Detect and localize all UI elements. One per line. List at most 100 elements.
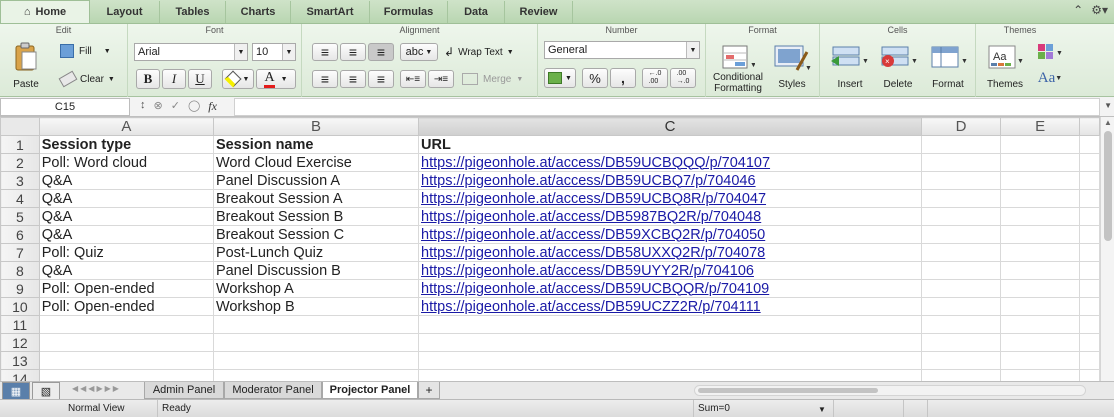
font-name-select[interactable]: Arial ▼ bbox=[134, 43, 248, 61]
cell-e[interactable] bbox=[1000, 153, 1081, 172]
cell-f[interactable] bbox=[1079, 333, 1100, 352]
decrease-indent-button[interactable]: ⇤≡ bbox=[400, 70, 426, 88]
cell-b[interactable] bbox=[212, 333, 420, 352]
align-top-button[interactable]: ≡ bbox=[312, 43, 338, 61]
vertical-scroll-thumb[interactable] bbox=[1104, 131, 1112, 241]
cell-c[interactable] bbox=[418, 333, 922, 352]
cell-b[interactable]: Breakout Session A bbox=[212, 189, 420, 208]
cell-f[interactable] bbox=[1079, 369, 1100, 381]
cell-b[interactable]: Breakout Session B bbox=[212, 207, 420, 226]
cell-a[interactable]: Q&A bbox=[38, 189, 214, 208]
collapse-ribbon-icon[interactable]: ⌃ bbox=[1073, 3, 1083, 17]
cell-b[interactable] bbox=[212, 351, 420, 370]
cell-b[interactable]: Post-Lunch Quiz bbox=[212, 243, 420, 262]
styles-button[interactable]: ▼ bbox=[770, 40, 814, 74]
fx-icon[interactable]: fx bbox=[208, 99, 217, 114]
vertical-scrollbar[interactable]: ▲ bbox=[1100, 117, 1114, 383]
cell-c[interactable]: https://pigeonhole.at/access/DB59UCBQ8R/… bbox=[418, 189, 922, 208]
cell-f[interactable] bbox=[1079, 171, 1100, 190]
conditional-formatting-button[interactable]: ▼ bbox=[716, 40, 760, 74]
formula-input[interactable] bbox=[234, 98, 1100, 116]
cell-c[interactable]: https://pigeonhole.at/access/DB59UCBQQR/… bbox=[418, 279, 922, 298]
sheet-tab-moderator-panel[interactable]: Moderator Panel bbox=[224, 382, 322, 399]
normal-view-button[interactable]: ▦ bbox=[2, 382, 30, 400]
row-header[interactable]: 8 bbox=[0, 261, 40, 280]
align-middle-button[interactable]: ≡ bbox=[340, 43, 366, 61]
row-header[interactable]: 13 bbox=[0, 351, 40, 370]
cell-c[interactable] bbox=[418, 369, 922, 381]
cell-c[interactable] bbox=[418, 315, 922, 334]
cell-a[interactable] bbox=[38, 315, 214, 334]
cell-d[interactable] bbox=[920, 315, 1002, 334]
cell-b[interactable]: Breakout Session C bbox=[212, 225, 420, 244]
tab-layout[interactable]: Layout bbox=[90, 1, 160, 23]
cell-e[interactable] bbox=[1000, 189, 1081, 208]
wrap-text-button[interactable]: ↲ Wrap Text ▼ bbox=[444, 43, 534, 61]
cell-d[interactable] bbox=[920, 351, 1002, 370]
cell-f[interactable] bbox=[1079, 279, 1100, 298]
column-header-b[interactable]: B bbox=[212, 117, 420, 136]
cell-c[interactable]: URL bbox=[418, 135, 922, 154]
row-header[interactable]: 3 bbox=[0, 171, 40, 190]
cell-e[interactable] bbox=[1000, 315, 1081, 334]
horizontal-scrollbar[interactable] bbox=[694, 385, 1086, 396]
cell-c[interactable] bbox=[418, 351, 922, 370]
percent-button[interactable]: % bbox=[582, 68, 608, 88]
cell-e[interactable] bbox=[1000, 297, 1081, 316]
cancel-icon[interactable]: ⊗ bbox=[154, 99, 163, 114]
page-layout-view-button[interactable]: ▧ bbox=[32, 382, 60, 400]
cell-f[interactable] bbox=[1079, 135, 1100, 154]
cell-b[interactable]: Session name bbox=[212, 135, 420, 154]
cell-b[interactable] bbox=[212, 315, 420, 334]
delete-cells-button[interactable]: × ▼ bbox=[876, 42, 920, 74]
tab-home[interactable]: ⌂ Home bbox=[0, 0, 90, 23]
theme-colors-button[interactable]: ▼ bbox=[1034, 42, 1066, 62]
cell-f[interactable] bbox=[1079, 225, 1100, 244]
align-left-button[interactable]: ≡ bbox=[312, 70, 338, 88]
row-header[interactable]: 4 bbox=[0, 189, 40, 208]
cell-e[interactable] bbox=[1000, 207, 1081, 226]
cell-e[interactable] bbox=[1000, 351, 1081, 370]
cell-a[interactable]: Poll: Word cloud bbox=[38, 153, 214, 172]
cell-b[interactable]: Panel Discussion B bbox=[212, 261, 420, 280]
increase-decimal-button[interactable]: ←.0 .00 bbox=[642, 68, 668, 88]
themes-button[interactable]: Aa ▼ bbox=[982, 42, 1028, 74]
tab-formulas[interactable]: Formulas bbox=[370, 1, 448, 23]
cell-d[interactable] bbox=[920, 171, 1002, 190]
horizontal-scroll-thumb[interactable] bbox=[698, 388, 878, 393]
cell-c[interactable]: https://pigeonhole.at/access/DB58UXXQ2R/… bbox=[418, 243, 922, 262]
scroll-up-icon[interactable]: ▲ bbox=[1104, 118, 1112, 127]
cell-a[interactable]: Q&A bbox=[38, 261, 214, 280]
cell-b[interactable]: Word Cloud Exercise bbox=[212, 153, 420, 172]
cell-e[interactable] bbox=[1000, 261, 1081, 280]
expand-formula-icon[interactable]: ▼ bbox=[1104, 101, 1112, 110]
bold-button[interactable]: B bbox=[136, 69, 160, 89]
sheet-tab-admin-panel[interactable]: Admin Panel bbox=[144, 382, 224, 399]
cell-a[interactable]: Q&A bbox=[38, 225, 214, 244]
row-header[interactable]: 6 bbox=[0, 225, 40, 244]
tab-review[interactable]: Review bbox=[505, 1, 573, 23]
cell-d[interactable] bbox=[920, 207, 1002, 226]
column-header-a[interactable]: A bbox=[38, 117, 214, 136]
font-size-select[interactable]: 10 ▼ bbox=[252, 43, 296, 61]
cell-d[interactable] bbox=[920, 333, 1002, 352]
cell-c[interactable]: https://pigeonhole.at/access/DB59UCZZ2R/… bbox=[418, 297, 922, 316]
row-header[interactable]: 2 bbox=[0, 153, 40, 172]
merge-button[interactable]: Merge ▼ bbox=[462, 70, 534, 88]
cell-d[interactable] bbox=[920, 369, 1002, 381]
cell-b[interactable]: Panel Discussion A bbox=[212, 171, 420, 190]
tab-data[interactable]: Data bbox=[448, 1, 505, 23]
theme-fonts-button[interactable]: Aa ▼ bbox=[1034, 68, 1066, 88]
cell-c[interactable]: https://pigeonhole.at/access/DB59UCBQ7/p… bbox=[418, 171, 922, 190]
underline-button[interactable]: U bbox=[188, 69, 212, 89]
cell-d[interactable] bbox=[920, 153, 1002, 172]
cell-a[interactable]: Q&A bbox=[38, 171, 214, 190]
cell-e[interactable] bbox=[1000, 243, 1081, 262]
stepper-icon[interactable]: ↕ bbox=[140, 99, 146, 114]
cell-e[interactable] bbox=[1000, 135, 1081, 154]
function-wizard-icon[interactable]: ◯ bbox=[188, 99, 200, 114]
select-all-corner[interactable] bbox=[0, 117, 40, 136]
align-bottom-button[interactable]: ≡ bbox=[368, 43, 394, 61]
sum-status[interactable]: Sum=0 bbox=[694, 400, 834, 417]
increase-indent-button[interactable]: ⇥≡ bbox=[428, 70, 454, 88]
